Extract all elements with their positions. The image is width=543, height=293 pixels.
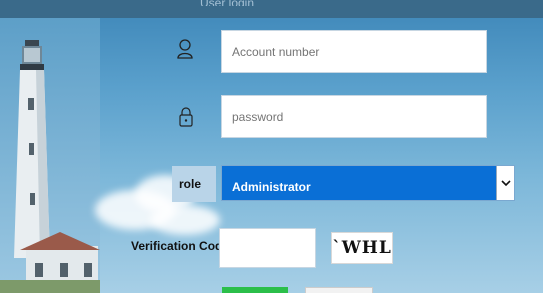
user-icon — [177, 39, 193, 59]
window-title-bar: User login — [0, 0, 543, 18]
account-input-field[interactable] — [221, 30, 487, 73]
cloud-decoration — [150, 205, 220, 235]
window-title: User login — [200, 0, 360, 6]
lock-icon — [179, 107, 193, 127]
role-selected-value: Administrator — [232, 180, 311, 194]
dropdown-button[interactable] — [496, 166, 514, 200]
password-input-field[interactable] — [221, 95, 487, 138]
account-input[interactable] — [222, 31, 486, 72]
role-label: role — [179, 177, 202, 191]
reset-button[interactable] — [305, 287, 373, 293]
verification-code-input[interactable] — [220, 229, 315, 267]
verification-code-field[interactable] — [219, 228, 316, 268]
login-button[interactable] — [222, 287, 288, 293]
chevron-down-icon — [500, 180, 511, 187]
role-label-box: role — [172, 166, 216, 202]
lighthouse-image — [0, 18, 100, 293]
password-input[interactable] — [222, 96, 486, 137]
login-screen: User login — [0, 0, 543, 293]
verification-code-label: Verification Code — [131, 239, 230, 253]
captcha-image[interactable]: `WHL N — [331, 232, 393, 264]
role-select[interactable]: Administrator — [221, 165, 515, 201]
